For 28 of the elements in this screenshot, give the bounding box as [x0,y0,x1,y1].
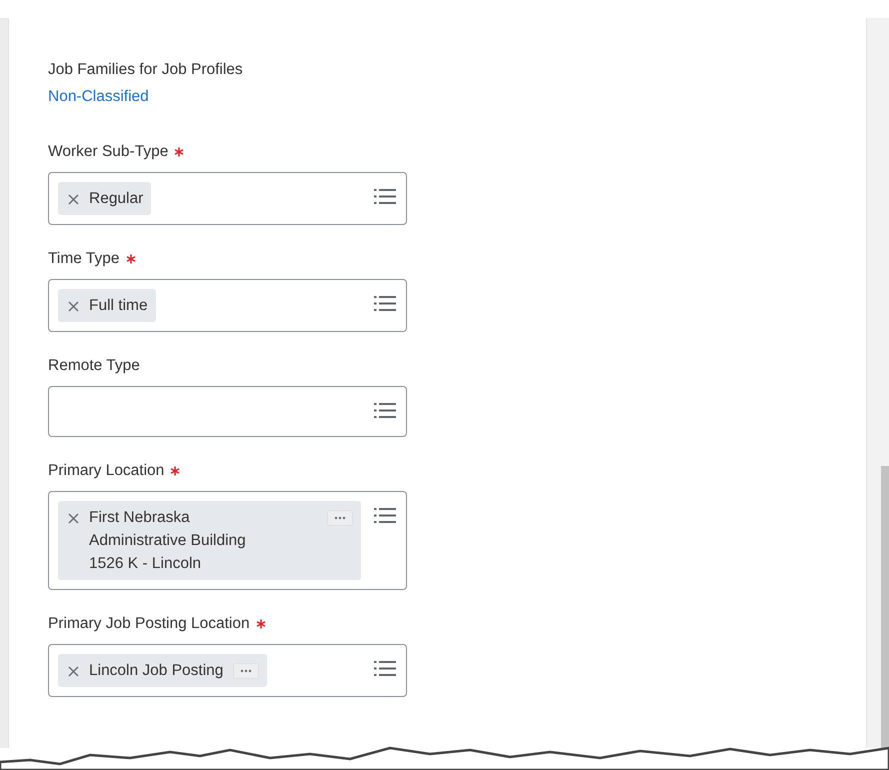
prompt-field[interactable]: First Nebraska Administrative Building 1526 K - Lincoln [48,491,407,590]
list-icon[interactable] [374,295,396,312]
remove-icon[interactable] [68,666,79,677]
prompt-field[interactable]: Regular [48,172,407,225]
job-family-link[interactable]: Non-Classified [48,88,149,106]
scrollbar-thumb[interactable] [881,466,889,748]
selected-value: Regular [89,189,144,209]
prompt-field[interactable] [48,386,407,437]
list-icon[interactable] [374,660,396,677]
list-icon[interactable] [374,402,396,419]
field-label: Remote Type [48,357,140,375]
field-label: Job Families for Job Profiles [48,61,243,79]
selected-value: Full time [89,296,148,316]
selected-value: First Nebraska Administrative Building 1526 K - Lincoln [89,508,247,574]
remove-icon[interactable] [68,194,79,205]
list-icon[interactable] [374,507,396,524]
prompt-field[interactable]: Full time [48,279,407,332]
list-icon[interactable] [374,188,396,205]
prompt-field[interactable]: Lincoln Job Posting [48,644,407,697]
remove-icon[interactable] [68,513,79,524]
more-icon[interactable] [327,510,353,526]
field-label: Time Type [48,250,120,268]
more-icon[interactable] [233,663,260,679]
field-label: Primary Location [48,462,164,480]
field-label: Primary Job Posting Location [48,615,250,633]
selected-value: Lincoln Job Posting [89,661,224,681]
remove-icon[interactable] [68,301,79,312]
field-label: Worker Sub-Type [48,143,168,161]
